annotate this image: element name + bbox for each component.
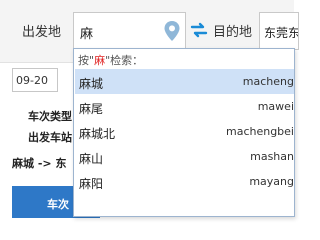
from-station-value: 麻: [80, 27, 94, 42]
suggestion-name: 麻城: [79, 77, 104, 91]
train-type-filter-label: 车次类型: [28, 110, 72, 123]
search-hint-prefix: 按": [78, 54, 95, 67]
train-number-column-header[interactable]: 车次: [47, 196, 69, 212]
travel-date-field[interactable]: 09-20: [12, 68, 58, 92]
suggestion-item[interactable]: 麻城 macheng: [75, 69, 294, 94]
suggestion-pinyin: mashan: [250, 150, 294, 163]
search-hint: 按"麻"检索：: [78, 52, 143, 68]
suggestion-pinyin: mawei: [257, 100, 294, 113]
to-station-input[interactable]: 东莞东: [259, 12, 299, 50]
route-summary: 麻城 -> 东: [12, 157, 67, 170]
suggestion-name: 麻尾: [79, 102, 104, 116]
location-pin-icon[interactable]: [163, 20, 181, 42]
to-station-value: 东莞东: [264, 26, 299, 40]
suggestion-item[interactable]: 麻阳 mayang: [75, 169, 294, 194]
from-station-input[interactable]: 麻: [73, 12, 186, 50]
departure-station-filter-label: 出发车站: [28, 131, 72, 144]
suggestion-item[interactable]: 麻尾 mawei: [75, 94, 294, 119]
search-hint-suffix: "检索：: [105, 54, 144, 67]
suggestion-pinyin: machengbei: [225, 125, 294, 138]
suggestion-name: 麻城北: [79, 127, 116, 141]
to-station-label: 目的地: [213, 25, 253, 40]
suggestion-pinyin: macheng: [242, 75, 294, 88]
swap-arrows-icon[interactable]: [190, 21, 208, 39]
from-station-label: 出发地: [22, 25, 62, 40]
suggestion-name: 麻山: [79, 152, 104, 166]
search-hint-keyword: 麻: [94, 54, 106, 67]
station-suggestion-dropdown: 按"麻"检索： 麻城 macheng 麻尾 mawei 麻城北 machengb…: [73, 48, 295, 217]
suggestion-pinyin: mayang: [249, 175, 294, 188]
suggestion-item[interactable]: 麻城北 machengbei: [75, 119, 294, 144]
suggestion-item[interactable]: 麻山 mashan: [75, 144, 294, 169]
suggestion-name: 麻阳: [79, 177, 104, 191]
travel-date-value: 09-20: [16, 74, 48, 87]
